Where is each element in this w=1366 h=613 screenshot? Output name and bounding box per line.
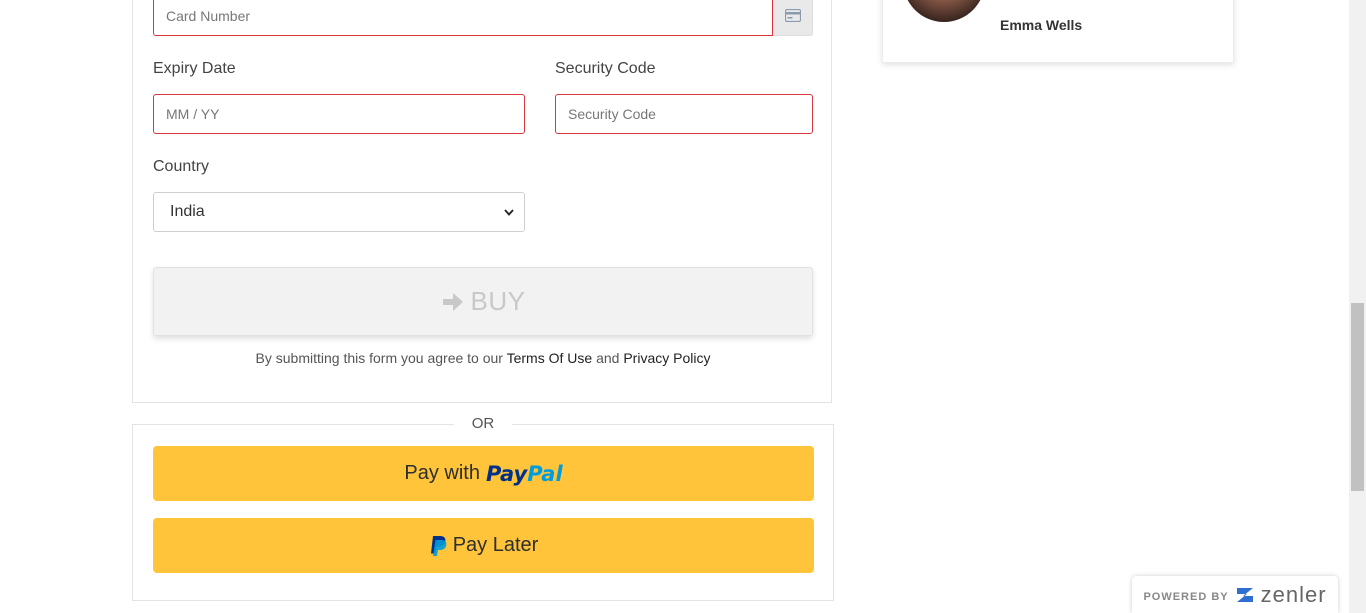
powered-by-badge[interactable]: POWERED BY zenler	[1132, 576, 1338, 613]
terms-and: and	[592, 350, 624, 366]
terms-notice: By submitting this form you agree to our…	[153, 350, 813, 366]
country-label: Country	[153, 158, 210, 175]
country-selected-value: India	[170, 203, 205, 220]
arrow-right-icon	[442, 292, 463, 311]
paypal-p-icon	[430, 535, 447, 556]
pay-later-label: Pay Later	[452, 534, 539, 556]
zenler-logo-icon	[1236, 587, 1253, 602]
pay-later-button[interactable]: Pay Later	[153, 518, 814, 573]
security-code-label: Security Code	[555, 60, 656, 77]
powered-by-label: POWERED BY	[1143, 590, 1229, 603]
expiry-date-input[interactable]	[153, 94, 525, 134]
paypal-logo-pal: Pal	[527, 461, 563, 486]
checkout-page: Expiry Date Security Code Country India …	[0, 0, 1366, 613]
security-code-input[interactable]	[555, 94, 813, 134]
pay-with-label: Pay with	[404, 462, 480, 484]
paypal-logo-pay: Pay	[485, 461, 528, 486]
card-number-input[interactable]	[153, 0, 773, 36]
expiry-label: Expiry Date	[153, 60, 236, 77]
pay-with-paypal-button[interactable]: Pay with PayPal	[153, 446, 814, 501]
buy-button-label: BUY	[470, 286, 526, 316]
terms-of-use-link[interactable]: Terms Of Use	[507, 350, 593, 366]
credit-card-icon	[784, 9, 801, 22]
instructor-name: Emma Wells	[1000, 17, 1083, 33]
chevron-down-icon	[504, 208, 514, 216]
card-addon	[773, 0, 813, 36]
country-select[interactable]: India	[153, 192, 525, 232]
scrollbar-thumb[interactable]	[1351, 303, 1364, 491]
privacy-policy-link[interactable]: Privacy Policy	[623, 350, 710, 366]
buy-button[interactable]: BUY	[153, 267, 813, 336]
brand-name: zenler	[1260, 581, 1327, 607]
paypal-logo: PayPal	[486, 462, 563, 486]
terms-prefix: By submitting this form you agree to our	[255, 350, 507, 366]
